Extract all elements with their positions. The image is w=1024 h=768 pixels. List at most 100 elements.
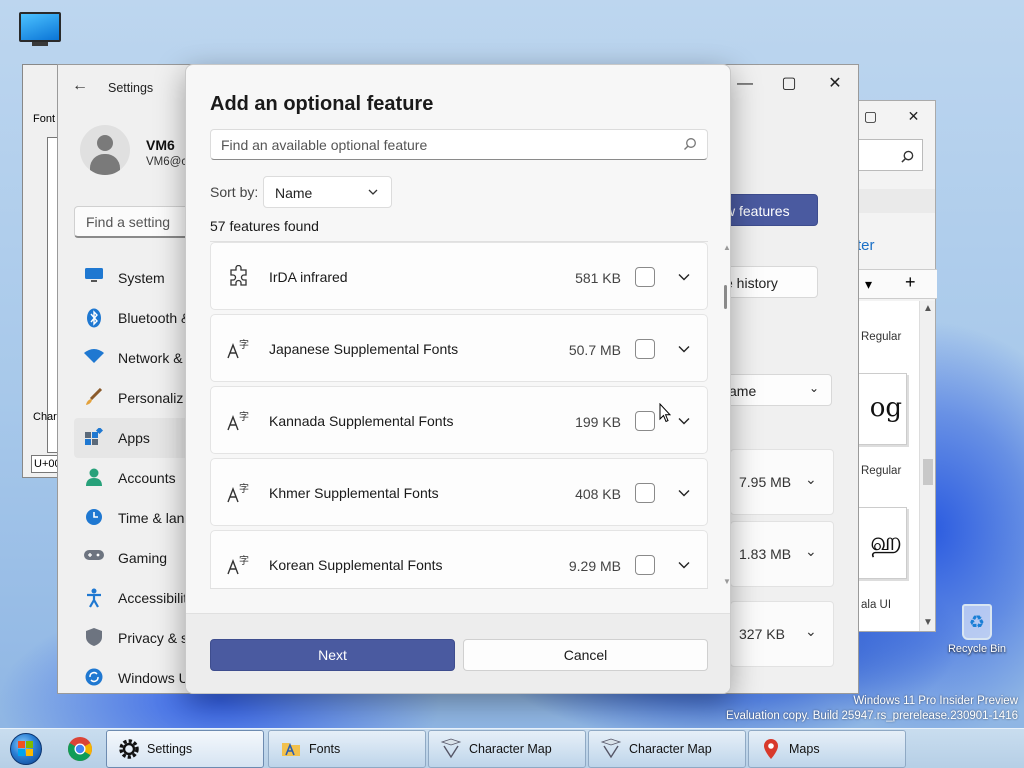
fonts-window[interactable]: ▢ ✕ ter ▾ + Regular og Regular ஹ ala UI …: [848, 100, 937, 632]
font-preview-tile[interactable]: ஹ: [853, 507, 907, 579]
feature-name: Japanese Supplemental Fonts: [269, 341, 459, 357]
feature-search-field[interactable]: [210, 129, 708, 160]
taskbar-task-fonts[interactable]: Fonts: [268, 730, 426, 768]
back-arrow-icon[interactable]: ←: [72, 77, 88, 95]
this-pc-desktop-icon[interactable]: [16, 10, 64, 46]
view-features-button[interactable]: w features: [718, 194, 818, 226]
scroll-down-icon[interactable]: ▼: [920, 617, 936, 628]
next-button[interactable]: Next: [210, 639, 455, 671]
chevron-down-icon[interactable]: [677, 558, 691, 572]
taskbar-pin-chrome[interactable]: [60, 731, 100, 767]
svg-text:字: 字: [239, 482, 249, 495]
feature-list: IrDA infrared 581 KB 字 Japanese Suppleme…: [210, 241, 708, 589]
scroll-up-icon[interactable]: ▲: [723, 243, 730, 252]
feature-size: 581 KB: [575, 270, 621, 286]
chevron-down-icon[interactable]: [677, 486, 691, 500]
fonts-search-input[interactable]: [853, 139, 923, 171]
gear-icon: [117, 737, 141, 761]
chevron-down-icon[interactable]: [677, 270, 691, 284]
list-item[interactable]: IrDA infrared 581 KB: [210, 242, 708, 310]
fonts-tabbar: ▾ +: [849, 269, 937, 299]
font-icon: 字: [227, 338, 249, 359]
list-item[interactable]: 字 Khmer Supplemental Fonts 408 KB: [210, 458, 708, 526]
taskbar-task-character-map-2[interactable]: Character Map: [588, 730, 746, 768]
feature-checkbox[interactable]: [635, 411, 655, 431]
scroll-thumb[interactable]: [923, 459, 933, 485]
font-item-name: Regular: [861, 331, 902, 343]
close-button[interactable]: ✕: [812, 69, 858, 99]
close-button[interactable]: ✕: [892, 101, 935, 131]
avatar: [80, 125, 130, 175]
chrome-icon: [67, 737, 93, 762]
evaluation-watermark: Windows 11 Pro Insider Preview Evaluatio…: [726, 694, 1018, 724]
user-email: VM6@c: [146, 156, 188, 168]
scroll-down-icon[interactable]: ▼: [723, 577, 730, 586]
font-label: Font: [33, 113, 56, 125]
scroll-thumb[interactable]: [724, 285, 727, 309]
recycle-bin-desktop-icon[interactable]: ♻ Recycle Bin: [942, 604, 1012, 655]
scroll-up-icon[interactable]: ▲: [920, 303, 936, 314]
feature-name: IrDA infrared: [269, 269, 348, 285]
fonts-link[interactable]: ter: [857, 237, 875, 254]
start-button[interactable]: [4, 731, 48, 767]
feature-size: 408 KB: [575, 486, 621, 502]
shield-icon: [84, 628, 104, 648]
maximize-button[interactable]: ▢: [766, 69, 812, 99]
list-item[interactable]: 字 Kannada Supplemental Fonts 199 KB: [210, 386, 708, 454]
svg-text:字: 字: [239, 338, 249, 351]
feature-list-scrollbar[interactable]: ▲ ▼: [723, 241, 730, 589]
user-name: VM6: [146, 137, 175, 153]
chevron-down-icon[interactable]: [677, 342, 691, 356]
feature-checkbox[interactable]: [635, 555, 655, 575]
feature-row[interactable]: 1.83 MB ⌄: [730, 521, 834, 587]
folder-icon: [279, 737, 303, 761]
apps-icon: [84, 426, 104, 448]
feature-checkbox[interactable]: [635, 339, 655, 359]
network-icon: [84, 348, 104, 368]
sort-dropdown[interactable]: ame ⌄: [718, 374, 832, 406]
monitor-icon: [19, 12, 61, 42]
list-item[interactable]: 字 Japanese Supplemental Fonts 50.7 MB: [210, 314, 708, 382]
gaming-icon: [84, 548, 104, 568]
system-icon: [84, 268, 104, 288]
taskbar-task-character-map[interactable]: Character Map: [428, 730, 586, 768]
add-optional-feature-dialog[interactable]: Add an optional feature Sort by: Name 57…: [185, 64, 731, 694]
sort-by-label: Sort by:: [210, 184, 259, 200]
chevron-down-icon[interactable]: [677, 414, 691, 428]
dropdown-arrow-icon[interactable]: ▾: [865, 276, 872, 293]
mouse-cursor-icon: [659, 403, 671, 423]
sort-by-value: Name: [275, 185, 313, 201]
feature-row[interactable]: 327 KB ⌄: [730, 601, 834, 667]
feature-checkbox[interactable]: [635, 267, 655, 287]
chevron-down-icon[interactable]: ⌄: [805, 471, 817, 488]
time-icon: [84, 508, 104, 528]
settings-title: Settings: [108, 81, 154, 95]
fonts-scrollbar[interactable]: ▲ ▼: [919, 301, 935, 631]
chevron-down-icon: ⌄: [808, 381, 819, 395]
font-preview-tile[interactable]: og: [853, 373, 907, 445]
fonts-list: Regular og Regular ஹ ala UI: [849, 301, 921, 631]
taskbar-task-maps[interactable]: Maps: [748, 730, 906, 768]
chevron-down-icon[interactable]: ⌄: [805, 623, 817, 640]
svg-text:字: 字: [239, 554, 249, 567]
feature-search-input[interactable]: [221, 130, 661, 159]
charmap-icon: [599, 737, 623, 761]
taskbar-task-settings[interactable]: Settings: [106, 730, 264, 768]
add-icon[interactable]: +: [905, 272, 916, 293]
feature-row[interactable]: 7.95 MB ⌄: [730, 449, 834, 515]
accessibility-icon: [84, 588, 104, 608]
list-item[interactable]: 字 Korean Supplemental Fonts 9.29 MB: [210, 530, 708, 588]
search-icon: [901, 150, 914, 163]
search-icon[interactable]: [683, 137, 697, 151]
sort-by-dropdown[interactable]: Name: [263, 176, 392, 208]
cancel-button[interactable]: Cancel: [463, 639, 708, 671]
bluetooth-icon: [84, 308, 104, 328]
chevron-down-icon[interactable]: ⌄: [805, 543, 817, 560]
feature-name: Khmer Supplemental Fonts: [269, 485, 439, 501]
watermark-line1: Windows 11 Pro Insider Preview: [853, 695, 1018, 707]
fonts-titlebar: ▢ ✕: [849, 101, 935, 131]
feature-checkbox[interactable]: [635, 483, 655, 503]
see-history-button[interactable]: e history: [718, 266, 818, 298]
watermark-line2: Evaluation copy. Build 25947.rs_prerelea…: [726, 710, 1018, 722]
font-icon: 字: [227, 482, 249, 503]
